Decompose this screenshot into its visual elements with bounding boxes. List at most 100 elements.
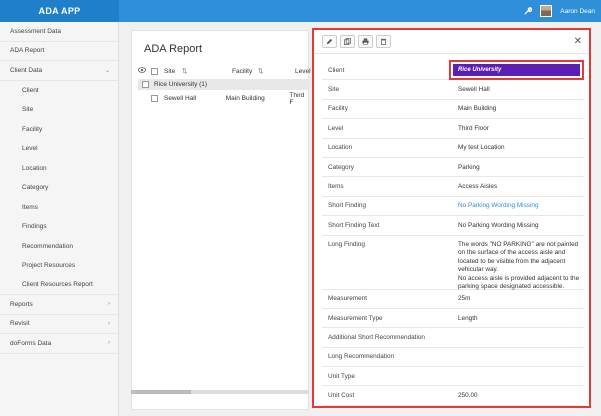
- sidebar-item-site[interactable]: Site: [0, 100, 118, 120]
- long-finding-line: on the surface of the access aisle and: [458, 249, 566, 257]
- avatar[interactable]: [540, 5, 553, 17]
- sidebar-item-project-resources[interactable]: Project Resources: [0, 256, 118, 276]
- sidebar-item-label: Revisit: [10, 320, 30, 328]
- detail-value: 250.00: [458, 392, 478, 400]
- sidebar-item-label: Category: [22, 184, 49, 192]
- detail-value: Length: [458, 314, 478, 322]
- chevron-right-icon: ›: [108, 301, 110, 308]
- detail-label: Measurement Type: [328, 314, 383, 322]
- client-value-highlight[interactable]: Rice University: [449, 60, 584, 81]
- sort-icon[interactable]: ⇅: [182, 67, 214, 75]
- detail-label: Level: [328, 124, 344, 132]
- sidebar-item-revisit[interactable]: Revisit ›: [0, 315, 118, 334]
- cell-site: Sewell Hall: [163, 95, 197, 102]
- sidebar-item-location[interactable]: Location: [0, 159, 118, 179]
- long-finding-value: The words "NO PARKING" are not painted o…: [454, 241, 584, 292]
- delete-button[interactable]: [376, 35, 391, 48]
- detail-row-items: Items Access Aisles: [322, 177, 584, 197]
- sidebar-item-recommendation[interactable]: Recommendation: [0, 237, 118, 257]
- table-row[interactable]: Sewell Hall Main Building Third F: [138, 91, 310, 106]
- detail-value: Parking: [458, 163, 480, 171]
- detail-row-long-recommendation: Long Recommendation: [322, 348, 584, 368]
- sidebar-item-items[interactable]: Items: [0, 198, 118, 218]
- long-finding-line: parking space designated accessible.: [458, 283, 565, 291]
- sidebar: Assessment Data ADA Report Client Data ⌄ …: [0, 22, 119, 416]
- detail-label: Unit Type: [328, 372, 355, 380]
- detail-row-category: Category Parking: [322, 158, 584, 178]
- group-row[interactable]: Rice University (1): [138, 79, 310, 90]
- copy-button[interactable]: [340, 35, 355, 48]
- detail-row-facility: Facility Main Building: [322, 100, 584, 120]
- sidebar-item-reports[interactable]: Reports ›: [0, 295, 118, 315]
- chevron-down-icon: ⌄: [104, 67, 110, 74]
- sidebar-item-label: ADA Report: [10, 47, 45, 55]
- short-finding-link[interactable]: No Parking Wording Missing: [454, 202, 584, 209]
- sidebar-item-label: Reports: [10, 300, 33, 308]
- app-title[interactable]: ADA APP: [0, 0, 119, 22]
- detail-value-wrapper: Rice University: [447, 60, 584, 81]
- sidebar-item-label: Recommendation: [22, 242, 73, 250]
- column-header-level[interactable]: Level: [295, 68, 311, 75]
- sidebar-item-label: Client Resources Report: [22, 281, 93, 289]
- detail-row-short-finding-text: Short Finding Text No Parking Wording Mis…: [322, 216, 584, 236]
- detail-row-location: Location My test Location: [322, 139, 584, 158]
- sidebar-item-label: Client: [22, 86, 39, 94]
- group-checkbox[interactable]: [142, 81, 149, 88]
- detail-label: Additional Short Recommendation: [328, 333, 425, 341]
- print-button[interactable]: [358, 35, 373, 48]
- chevron-right-icon: ›: [108, 320, 110, 327]
- eye-icon[interactable]: [138, 67, 148, 75]
- sidebar-item-client[interactable]: Client: [0, 81, 118, 101]
- sidebar-item-label: Client Data: [10, 66, 43, 74]
- sidebar-item-facility[interactable]: Facility: [0, 120, 118, 140]
- report-card: ADA Report Site ⇅ Facility ⇅ Level Rice …: [131, 30, 311, 410]
- scrollbar-thumb[interactable]: [131, 390, 191, 394]
- detail-label: Site: [328, 86, 340, 94]
- sidebar-item-ada-report[interactable]: ADA Report: [0, 42, 118, 61]
- detail-row-long-finding: Long Finding The words "NO PARKING" are …: [322, 236, 584, 290]
- detail-label: Unit Cost: [328, 392, 355, 400]
- sidebar-item-client-resources-report[interactable]: Client Resources Report: [0, 276, 118, 295]
- sidebar-item-level[interactable]: Level: [0, 139, 118, 159]
- edit-button[interactable]: [322, 35, 337, 48]
- detail-label: Facility: [328, 105, 348, 113]
- sidebar-item-findings[interactable]: Findings: [0, 217, 118, 237]
- detail-value: 25m: [458, 295, 471, 303]
- row-checkbox[interactable]: [151, 95, 158, 102]
- detail-row-measurement: Measurement 25m: [322, 290, 584, 309]
- sidebar-item-label: Site: [22, 106, 34, 114]
- wrench-icon[interactable]: [522, 6, 532, 16]
- client-value: Rice University: [453, 64, 580, 77]
- close-icon[interactable]: ✕: [574, 36, 582, 47]
- sidebar-item-label: doForms Data: [10, 339, 52, 347]
- detail-value: No Parking Wording Missing: [458, 221, 539, 229]
- sidebar-item-label: Location: [22, 164, 47, 172]
- detail-value: Third Floor: [458, 124, 489, 132]
- horizontal-scrollbar[interactable]: [131, 390, 309, 394]
- sidebar-item-doforms-data[interactable]: doForms Data ›: [0, 334, 118, 354]
- detail-row-client: Client Rice University: [322, 60, 584, 81]
- sidebar-item-assessment-data[interactable]: Assessment Data: [0, 22, 118, 42]
- detail-row-measurement-type: Measurement Type Length: [322, 309, 584, 329]
- cell-level: Third F: [289, 91, 305, 106]
- sidebar-item-label: Items: [22, 203, 38, 211]
- sidebar-item-category[interactable]: Category: [0, 178, 118, 198]
- page-title: ADA Report: [144, 43, 203, 55]
- sidebar-item-client-data[interactable]: Client Data ⌄: [0, 61, 118, 81]
- detail-value: Main Building: [458, 105, 497, 113]
- group-label: Rice University (1): [154, 81, 208, 88]
- chevron-right-icon: ›: [108, 340, 110, 347]
- detail-label: Category: [328, 163, 354, 171]
- detail-label: Short Finding Text: [328, 221, 380, 229]
- sidebar-item-label: Facility: [22, 125, 43, 133]
- sidebar-item-label: Assessment Data: [10, 27, 61, 35]
- pencil-icon: [326, 38, 333, 45]
- sidebar-item-label: Project Resources: [22, 262, 76, 270]
- sort-icon[interactable]: ⇅: [258, 67, 282, 75]
- select-all-checkbox[interactable]: [151, 67, 158, 75]
- detail-row-additional-short-recommendation: Additional Short Recommendation: [322, 328, 584, 348]
- top-right-controls: Aaron Dean: [522, 0, 595, 22]
- detail-label: Long Recommendation: [328, 353, 395, 361]
- detail-row-level: Level Third Floor: [322, 119, 584, 139]
- user-name[interactable]: Aaron Dean: [560, 8, 595, 15]
